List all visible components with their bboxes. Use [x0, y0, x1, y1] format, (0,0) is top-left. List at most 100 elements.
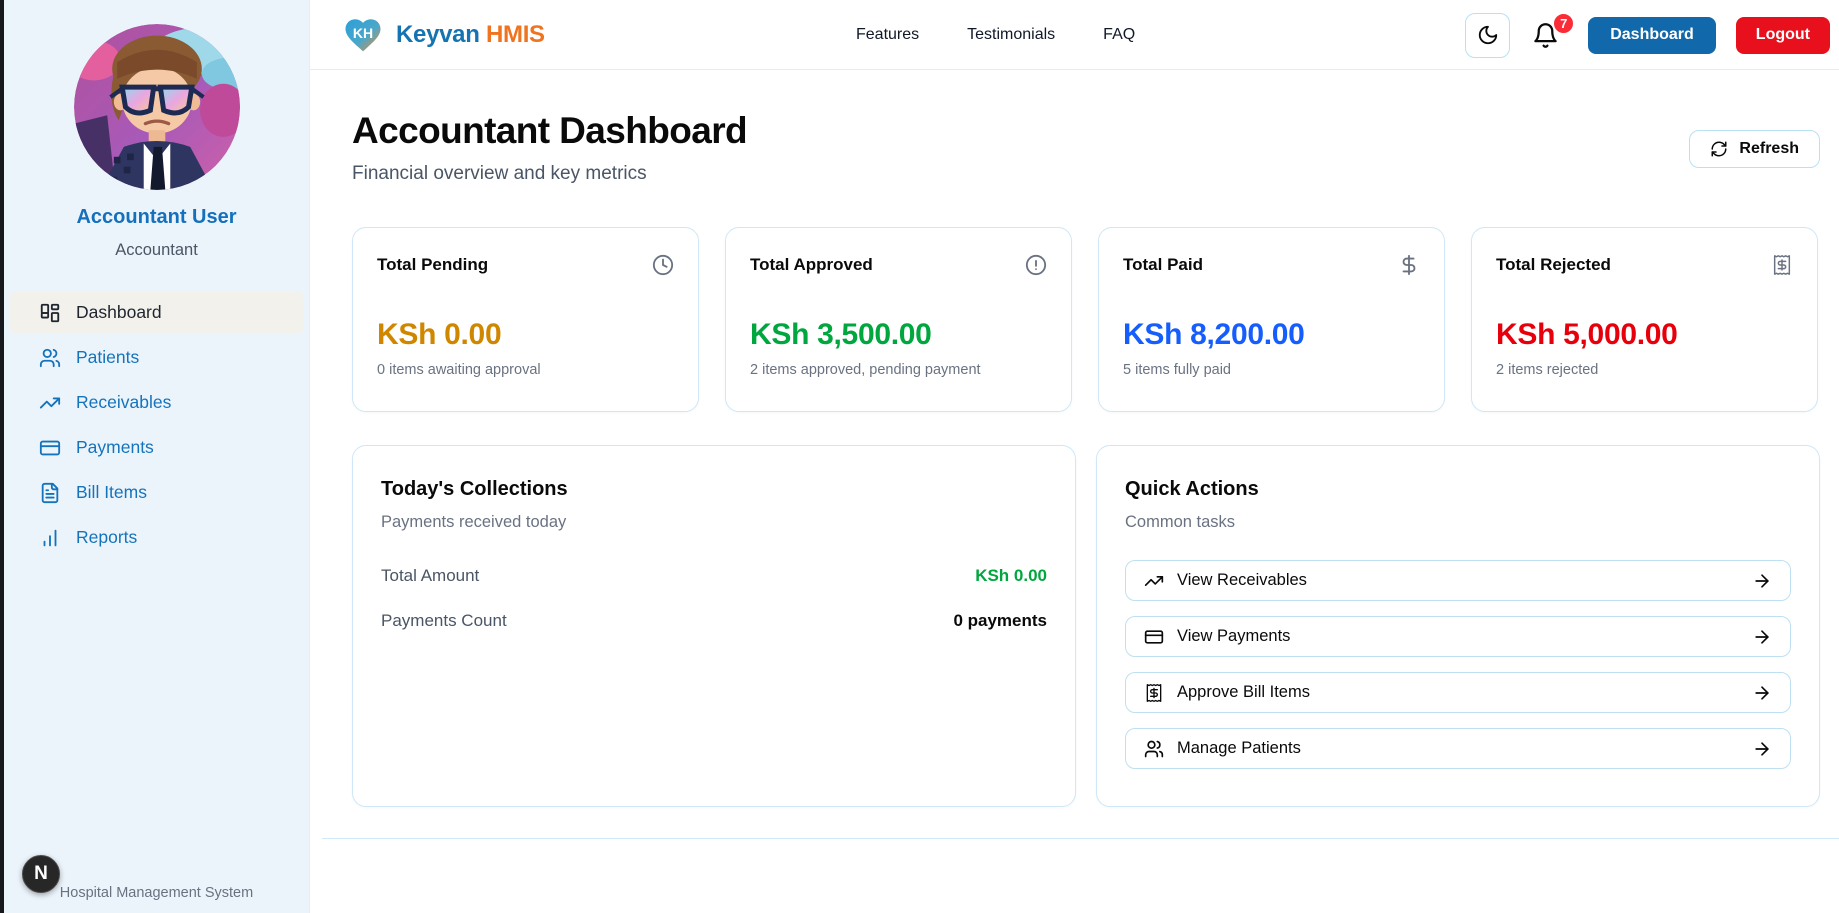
stat-card-total-pending: Total Pending KSh 0.00 0 items awaiting …: [352, 227, 699, 412]
users-icon: [39, 347, 61, 369]
stat-card-caption: 0 items awaiting approval: [377, 362, 674, 378]
receipt-icon: [1771, 254, 1793, 276]
alert-circle-icon: [1025, 254, 1047, 276]
collections-title: Today's Collections: [381, 478, 1047, 501]
stat-card-amount: KSh 8,200.00: [1123, 318, 1420, 352]
arrow-right-icon: [1752, 571, 1772, 591]
credit-card-icon: [1144, 627, 1164, 647]
user-role: Accountant: [115, 241, 198, 260]
row-label: Total Amount: [381, 566, 479, 586]
sidebar-item-label: Reports: [76, 527, 137, 548]
refresh-icon: [1710, 140, 1728, 158]
layout-dashboard-icon: [39, 302, 61, 324]
todays-collections-card: Today's Collections Payments received to…: [352, 445, 1076, 807]
page-title: Accountant Dashboard: [352, 110, 1819, 152]
sidebar-item-label: Receivables: [76, 392, 171, 413]
panels-row: Today's Collections Payments received to…: [352, 445, 1820, 807]
file-text-icon: [39, 482, 61, 504]
avatar-illustration: [74, 24, 240, 190]
credit-card-icon: [39, 437, 61, 459]
stat-card-title: Total Approved: [750, 255, 873, 275]
notifications-button[interactable]: 7: [1532, 22, 1562, 49]
sidebar-item-label: Bill Items: [76, 482, 147, 503]
action-approve-bill-items[interactable]: Approve Bill Items: [1125, 672, 1791, 713]
stat-card-title: Total Rejected: [1496, 255, 1611, 275]
window-edge-strip: [0, 0, 4, 913]
receipt-icon: [1144, 683, 1164, 703]
sidebar-item-label: Patients: [76, 347, 139, 368]
page-subtitle: Financial overview and key metrics: [352, 163, 1819, 185]
moon-icon: [1477, 24, 1499, 46]
main-content: Accountant Dashboard Financial overview …: [310, 70, 1839, 913]
svg-text:KH: KH: [353, 25, 373, 41]
quick-actions-title: Quick Actions: [1125, 478, 1791, 501]
trending-up-icon: [1144, 571, 1164, 591]
sidebar-item-patients[interactable]: Patients: [9, 337, 304, 378]
action-label: Approve Bill Items: [1177, 683, 1310, 702]
stat-card-total-approved: Total Approved KSh 3,500.00 2 items appr…: [725, 227, 1072, 412]
sidebar-footer-text: Hospital Management System: [4, 885, 309, 901]
stat-card-amount: KSh 0.00: [377, 318, 674, 352]
action-view-receivables[interactable]: View Receivables: [1125, 560, 1791, 601]
action-view-payments[interactable]: View Payments: [1125, 616, 1791, 657]
brand-heart-logo-icon: KH: [340, 14, 386, 56]
refresh-button-label: Refresh: [1739, 140, 1799, 158]
collections-row-total-amount: Total Amount KSh 0.00: [381, 566, 1047, 586]
action-label: View Payments: [1177, 627, 1290, 646]
avatar: [74, 24, 240, 190]
arrow-right-icon: [1752, 739, 1772, 759]
sidebar-item-reports[interactable]: Reports: [9, 517, 304, 558]
action-label: View Receivables: [1177, 571, 1307, 590]
clock-icon: [652, 254, 674, 276]
logout-button[interactable]: Logout: [1736, 17, 1830, 54]
dollar-sign-icon: [1398, 254, 1420, 276]
bar-chart-icon: [39, 527, 61, 549]
stat-card-amount: KSh 3,500.00: [750, 318, 1047, 352]
action-manage-patients[interactable]: Manage Patients: [1125, 728, 1791, 769]
notification-count-badge: 7: [1552, 12, 1575, 35]
action-label: Manage Patients: [1177, 739, 1301, 758]
bottom-divider: [322, 838, 1839, 839]
stat-card-title: Total Pending: [377, 255, 488, 275]
sidebar-item-label: Dashboard: [76, 302, 162, 323]
trending-up-icon: [39, 392, 61, 414]
page-header: Accountant Dashboard Financial overview …: [310, 70, 1839, 185]
dashboard-button[interactable]: Dashboard: [1588, 17, 1716, 54]
quick-actions-subtitle: Common tasks: [1125, 513, 1791, 532]
brand[interactable]: KH Keyvan HMIS: [340, 0, 545, 70]
nav-link-features[interactable]: Features: [856, 26, 919, 44]
sidebar-item-bill-items[interactable]: Bill Items: [9, 472, 304, 513]
stat-card-caption: 5 items fully paid: [1123, 362, 1420, 378]
row-value: KSh 0.00: [975, 566, 1047, 586]
stat-card-title: Total Paid: [1123, 255, 1203, 275]
sidebar-item-label: Payments: [76, 437, 154, 458]
topnav-controls: 7 Dashboard Logout: [1465, 0, 1830, 70]
stat-cards-row: Total Pending KSh 0.00 0 items awaiting …: [352, 227, 1818, 412]
row-label: Payments Count: [381, 611, 507, 631]
nav-link-testimonials[interactable]: Testimonials: [967, 26, 1055, 44]
top-navbar: KH Keyvan HMIS Features Testimonials FAQ…: [310, 0, 1839, 70]
sidebar-item-payments[interactable]: Payments: [9, 427, 304, 468]
sidebar-item-receivables[interactable]: Receivables: [9, 382, 304, 423]
stat-card-total-rejected: Total Rejected KSh 5,000.00 2 items reje…: [1471, 227, 1818, 412]
collections-subtitle: Payments received today: [381, 513, 1047, 532]
sidebar-item-dashboard[interactable]: Dashboard: [9, 292, 304, 333]
nav-link-faq[interactable]: FAQ: [1103, 26, 1135, 44]
stat-card-caption: 2 items rejected: [1496, 362, 1793, 378]
stat-card-caption: 2 items approved, pending payment: [750, 362, 1047, 378]
quick-actions-card: Quick Actions Common tasks View Receivab…: [1096, 445, 1820, 807]
stat-card-amount: KSh 5,000.00: [1496, 318, 1793, 352]
arrow-right-icon: [1752, 627, 1772, 647]
dark-mode-toggle-button[interactable]: [1465, 13, 1510, 58]
topnav-links: Features Testimonials FAQ: [856, 0, 1135, 70]
users-icon: [1144, 739, 1164, 759]
row-value: 0 payments: [953, 611, 1047, 631]
collections-row-payments-count: Payments Count 0 payments: [381, 611, 1047, 631]
user-name: Accountant User: [76, 206, 236, 229]
sidebar-nav: Dashboard Patients Receivables Payments …: [4, 290, 309, 560]
refresh-button[interactable]: Refresh: [1689, 130, 1820, 168]
arrow-right-icon: [1752, 683, 1772, 703]
stat-card-total-paid: Total Paid KSh 8,200.00 5 items fully pa…: [1098, 227, 1445, 412]
sidebar: Accountant User Accountant Dashboard Pat…: [4, 0, 310, 913]
brand-name: Keyvan HMIS: [396, 21, 545, 49]
